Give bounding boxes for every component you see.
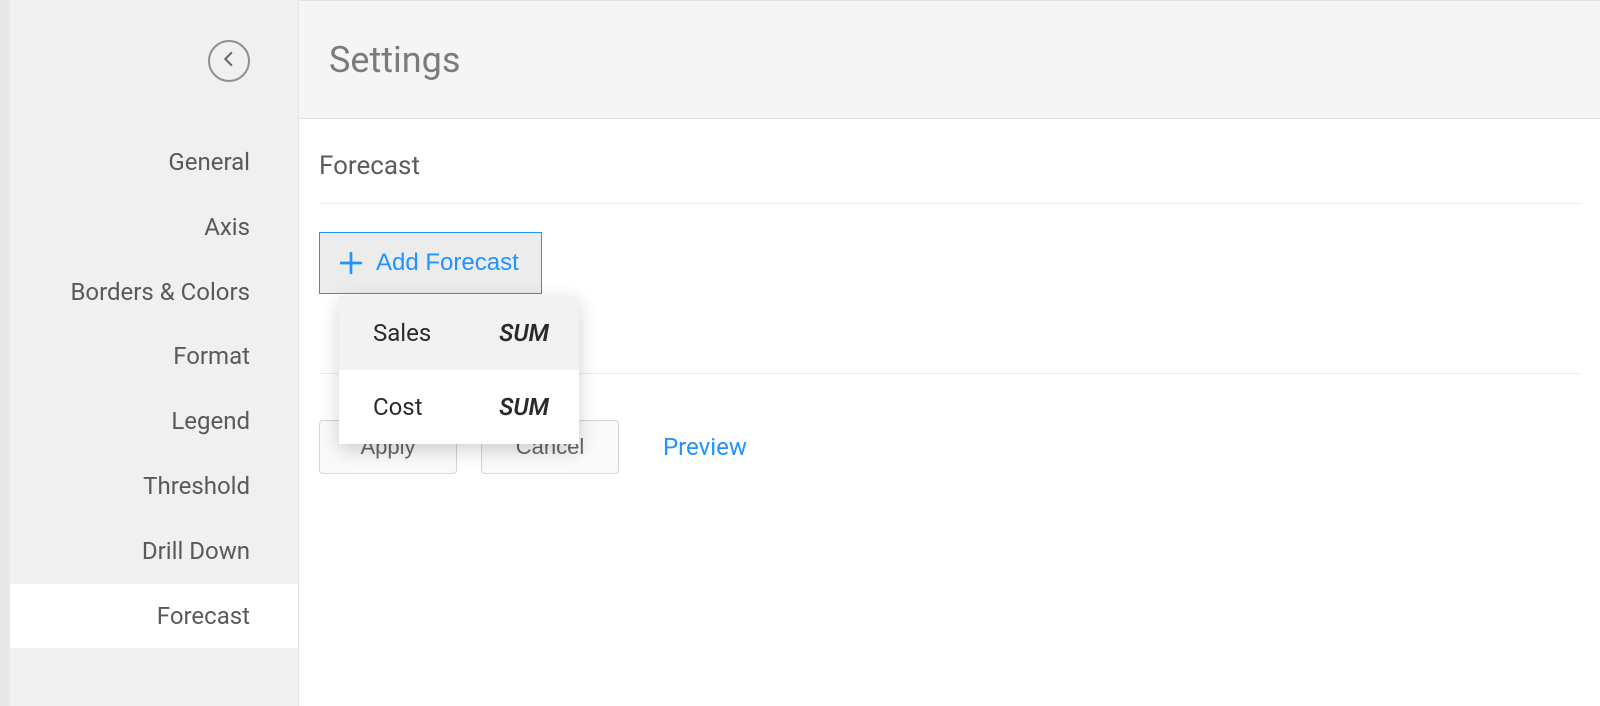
back-button[interactable]: [208, 40, 250, 82]
app-gutter: [0, 0, 10, 706]
settings-body: Forecast Add Forecast Sales SUM Cost: [299, 119, 1600, 706]
dropdown-option-sales[interactable]: Sales SUM: [339, 296, 579, 370]
add-forecast-button[interactable]: Add Forecast: [319, 232, 542, 294]
page-title: Settings: [329, 39, 460, 81]
sidebar-item-format[interactable]: Format: [10, 324, 298, 389]
plus-icon: [338, 250, 364, 276]
preview-link[interactable]: Preview: [663, 433, 747, 461]
dropdown-option-cost[interactable]: Cost SUM: [339, 370, 579, 444]
sidebar-item-general[interactable]: General: [10, 130, 298, 195]
section-title-forecast: Forecast: [319, 151, 1580, 204]
settings-panel: Settings Forecast Add Forecast Sales SUM: [298, 0, 1600, 706]
sidebar-item-axis[interactable]: Axis: [10, 195, 298, 260]
chevron-left-icon: [220, 50, 238, 72]
forecast-section: Add Forecast Sales SUM Cost SUM: [319, 204, 1580, 374]
settings-nav: General Axis Borders & Colors Format Leg…: [10, 130, 298, 648]
sidebar-item-borders-colors[interactable]: Borders & Colors: [10, 260, 298, 325]
sidebar-item-forecast[interactable]: Forecast: [10, 584, 298, 649]
dropdown-option-agg: SUM: [499, 319, 549, 347]
dropdown-option-name: Sales: [373, 319, 431, 347]
forecast-field-dropdown[interactable]: Sales SUM Cost SUM: [339, 296, 579, 444]
add-forecast-label: Add Forecast: [376, 249, 519, 277]
sidebar-item-drill-down[interactable]: Drill Down: [10, 519, 298, 584]
dropdown-option-name: Cost: [373, 393, 423, 421]
dropdown-option-agg: SUM: [499, 393, 549, 421]
sidebar-item-threshold[interactable]: Threshold: [10, 454, 298, 519]
sidebar-item-legend[interactable]: Legend: [10, 389, 298, 454]
settings-sidebar: General Axis Borders & Colors Format Leg…: [10, 0, 298, 706]
settings-header: Settings: [299, 1, 1600, 119]
